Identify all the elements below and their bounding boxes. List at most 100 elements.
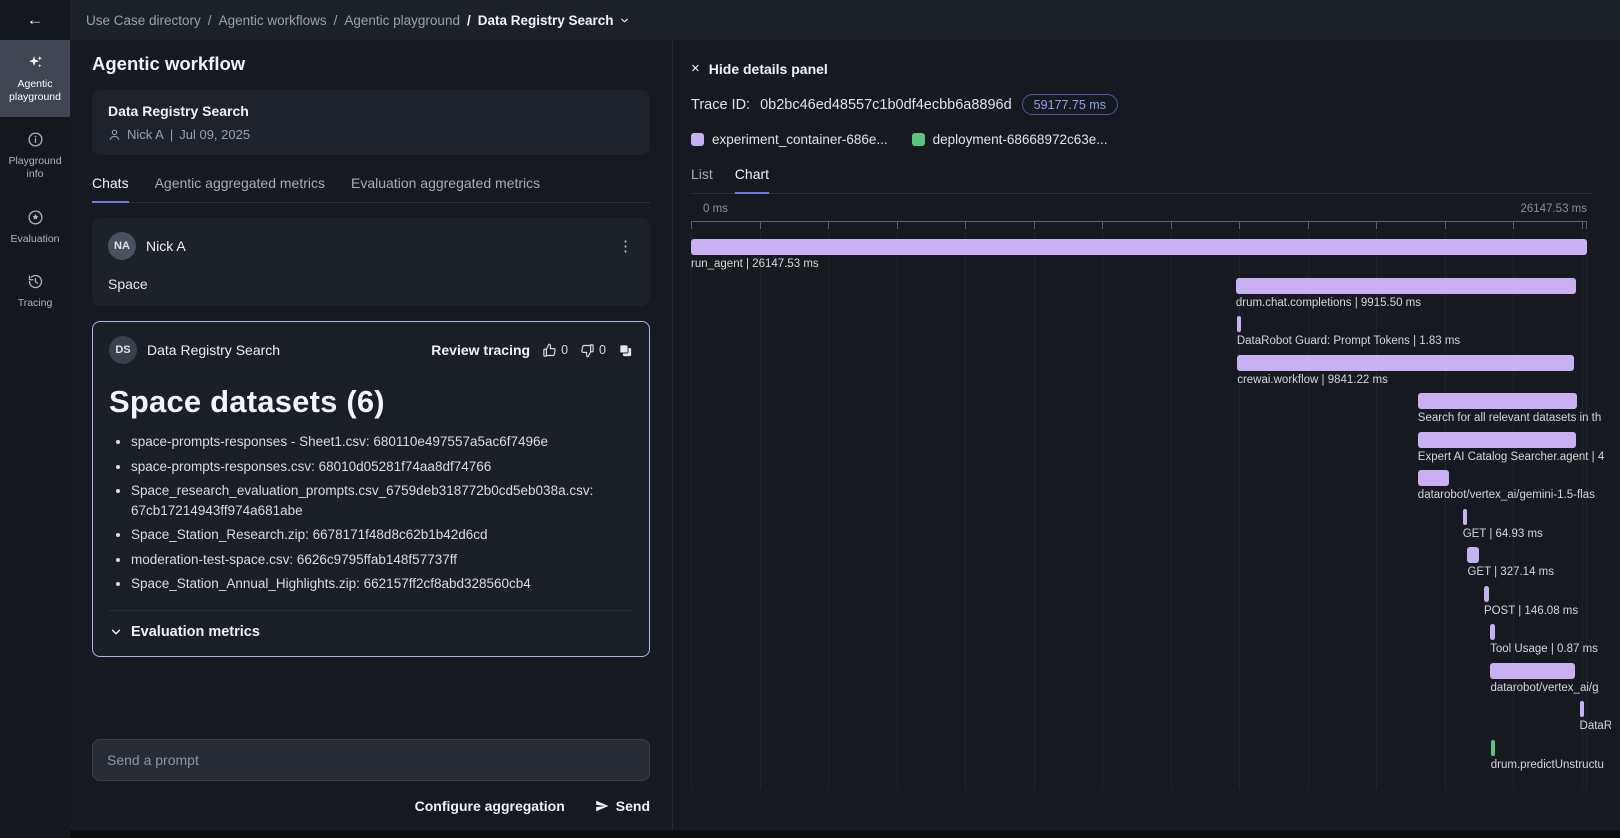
prompt-input[interactable] <box>92 739 650 781</box>
chat-area: NA Nick A ⋮ Space DS Data Registry Searc… <box>92 218 650 739</box>
trace-span-row: datarobot/vertex_ai/g <box>691 663 1587 702</box>
thumbs-down-button[interactable]: 0 <box>580 343 606 358</box>
trace-span-label: POST | 146.08 ms <box>1484 605 1578 617</box>
trace-span-row: drum.predictUnstructu <box>691 740 1587 779</box>
trace-span-row: run_agent | 26147.53 ms <box>691 239 1587 278</box>
tab-agentic-aggregated-metrics[interactable]: Agentic aggregated metrics <box>155 175 325 203</box>
workflow-meta: Nick A | Jul 09, 2025 <box>108 127 634 142</box>
sidebar-item-playground-info[interactable]: Playground info <box>0 117 70 194</box>
axis-tick <box>1239 222 1240 229</box>
trace-span-bar[interactable] <box>1484 586 1489 602</box>
axis-tick <box>1582 222 1583 229</box>
trace-span-label: GET | 64.93 ms <box>1463 528 1543 540</box>
trace-span-bar[interactable] <box>691 239 1587 255</box>
breadcrumb-separator: / <box>208 13 212 28</box>
trace-span-bar[interactable] <box>1237 355 1574 371</box>
legend-swatch-icon <box>912 133 925 146</box>
workflow-card: Data Registry Search Nick A | Jul 09, 20… <box>92 90 650 155</box>
sidebar-item-label: Playground info <box>3 155 67 181</box>
sidebar-item-label: Agentic playground <box>3 78 67 104</box>
trace-span-bar[interactable] <box>1418 393 1577 409</box>
divider <box>109 610 633 611</box>
trace-span-bar[interactable] <box>1418 432 1576 448</box>
legend-label: deployment-68668972c63e... <box>933 132 1108 147</box>
trace-span-bar[interactable] <box>1236 278 1576 294</box>
details-panel: × Hide details panel Trace ID: 0b2bc46ed… <box>672 40 1620 830</box>
trace-span-label: DataR <box>1580 720 1611 732</box>
copy-button[interactable] <box>618 343 633 358</box>
breadcrumb-use-case-directory[interactable]: Use Case directory <box>86 13 201 28</box>
main-panel: Agentic workflow Data Registry Search Ni… <box>70 40 672 830</box>
trace-span-bar[interactable] <box>1418 470 1450 486</box>
main-tabs: Chats Agentic aggregated metrics Evaluatio… <box>92 175 650 203</box>
hide-details-button[interactable]: × Hide details panel <box>691 60 1620 77</box>
sidebar-item-tracing[interactable]: Tracing <box>0 259 70 323</box>
axis-line <box>691 221 1587 230</box>
trace-span-label: Expert AI Catalog Searcher.agent | 4 <box>1418 451 1604 463</box>
legend-item: experiment_container-686e... <box>691 132 888 147</box>
response-author: Data Registry Search <box>147 342 280 358</box>
axis-tick <box>1586 222 1587 229</box>
evaluation-metrics-toggle[interactable]: Evaluation metrics <box>109 624 633 640</box>
copy-icon <box>618 343 633 358</box>
message-author: Nick A <box>146 238 186 254</box>
review-tracing-link[interactable]: Review tracing <box>431 342 530 358</box>
dataset-item: moderation-test-space.csv: 6626c9795ffab… <box>131 550 633 570</box>
trace-id-value: 0b2bc46ed48557c1b0df4ecbb6a8896d <box>760 97 1012 113</box>
user-icon <box>108 128 121 141</box>
breadcrumb-separator: / <box>467 13 471 28</box>
trace-span-label: DataRobot Guard: Prompt Tokens | 1.83 ms <box>1237 335 1460 347</box>
dataset-item: space-prompts-responses - Sheet1.csv: 68… <box>131 432 633 452</box>
trace-span-label: drum.chat.completions | 9915.50 ms <box>1236 297 1421 309</box>
trace-span-bar[interactable] <box>1490 663 1574 679</box>
axis-tick <box>897 222 898 229</box>
paper-plane-icon <box>595 799 609 813</box>
trace-span-label: datarobot/vertex_ai/gemini-1.5-flas <box>1418 489 1595 501</box>
trace-span-bar[interactable] <box>1237 316 1242 332</box>
trace-legend: experiment_container-686e... deployment-6… <box>691 132 1620 147</box>
tab-evaluation-aggregated-metrics[interactable]: Evaluation aggregated metrics <box>351 175 540 203</box>
trace-span-bar[interactable] <box>1580 701 1585 717</box>
trace-span-bar[interactable] <box>1463 509 1468 525</box>
trace-span-label: drum.predictUnstructu <box>1491 759 1604 771</box>
trace-span-bar[interactable] <box>1490 624 1495 640</box>
info-icon <box>27 131 44 148</box>
breadcrumb-agentic-playground[interactable]: Agentic playground <box>344 13 460 28</box>
axis-tick <box>1308 222 1309 229</box>
thumbs-up-count: 0 <box>561 343 568 357</box>
configure-aggregation-button[interactable]: Configure aggregation <box>415 798 565 814</box>
axis-tick <box>1445 222 1446 229</box>
trace-span-row: POST | 146.08 ms <box>691 586 1587 625</box>
legend-label: experiment_container-686e... <box>712 132 888 147</box>
tab-chats[interactable]: Chats <box>92 175 129 203</box>
page-title: Agentic workflow <box>92 53 650 75</box>
trace-span-row: drum.chat.completions | 9915.50 ms <box>691 278 1587 317</box>
axis-end-label: 26147.53 ms <box>1521 203 1588 215</box>
axis-tick <box>1034 222 1035 229</box>
trace-span-row: Tool Usage | 0.87 ms <box>691 624 1587 663</box>
sidebar-item-evaluation[interactable]: Evaluation <box>0 195 70 259</box>
trace-span-bar[interactable] <box>1491 740 1496 756</box>
back-button[interactable]: ← <box>0 0 70 40</box>
axis-tick <box>1102 222 1103 229</box>
trace-span-bar[interactable] <box>1467 547 1478 563</box>
meta-separator: | <box>170 127 173 142</box>
trace-span-label: GET | 327.14 ms <box>1467 566 1554 578</box>
thumbs-up-button[interactable]: 0 <box>542 343 568 358</box>
breadcrumb-current[interactable]: Data Registry Search <box>478 13 630 28</box>
user-message-card: NA Nick A ⋮ Space <box>92 218 650 306</box>
thumbs-down-icon <box>580 343 595 358</box>
details-tab-list[interactable]: List <box>691 166 713 194</box>
kebab-menu-icon[interactable]: ⋮ <box>618 237 634 255</box>
workflow-title: Data Registry Search <box>108 103 634 119</box>
response-card: DS Data Registry Search Review tracing 0… <box>92 321 650 657</box>
workflow-author: Nick A <box>127 127 164 142</box>
send-button[interactable]: Send <box>595 798 650 814</box>
legend-swatch-icon <box>691 133 704 146</box>
trace-span-row: GET | 64.93 ms <box>691 509 1587 548</box>
chevron-down-icon <box>619 15 630 26</box>
sidebar-item-agentic-playground[interactable]: Agentic playground <box>0 40 70 117</box>
details-tab-chart[interactable]: Chart <box>735 166 769 194</box>
dataset-list: space-prompts-responses - Sheet1.csv: 68… <box>113 432 633 594</box>
breadcrumb-agentic-workflows[interactable]: Agentic workflows <box>219 13 327 28</box>
